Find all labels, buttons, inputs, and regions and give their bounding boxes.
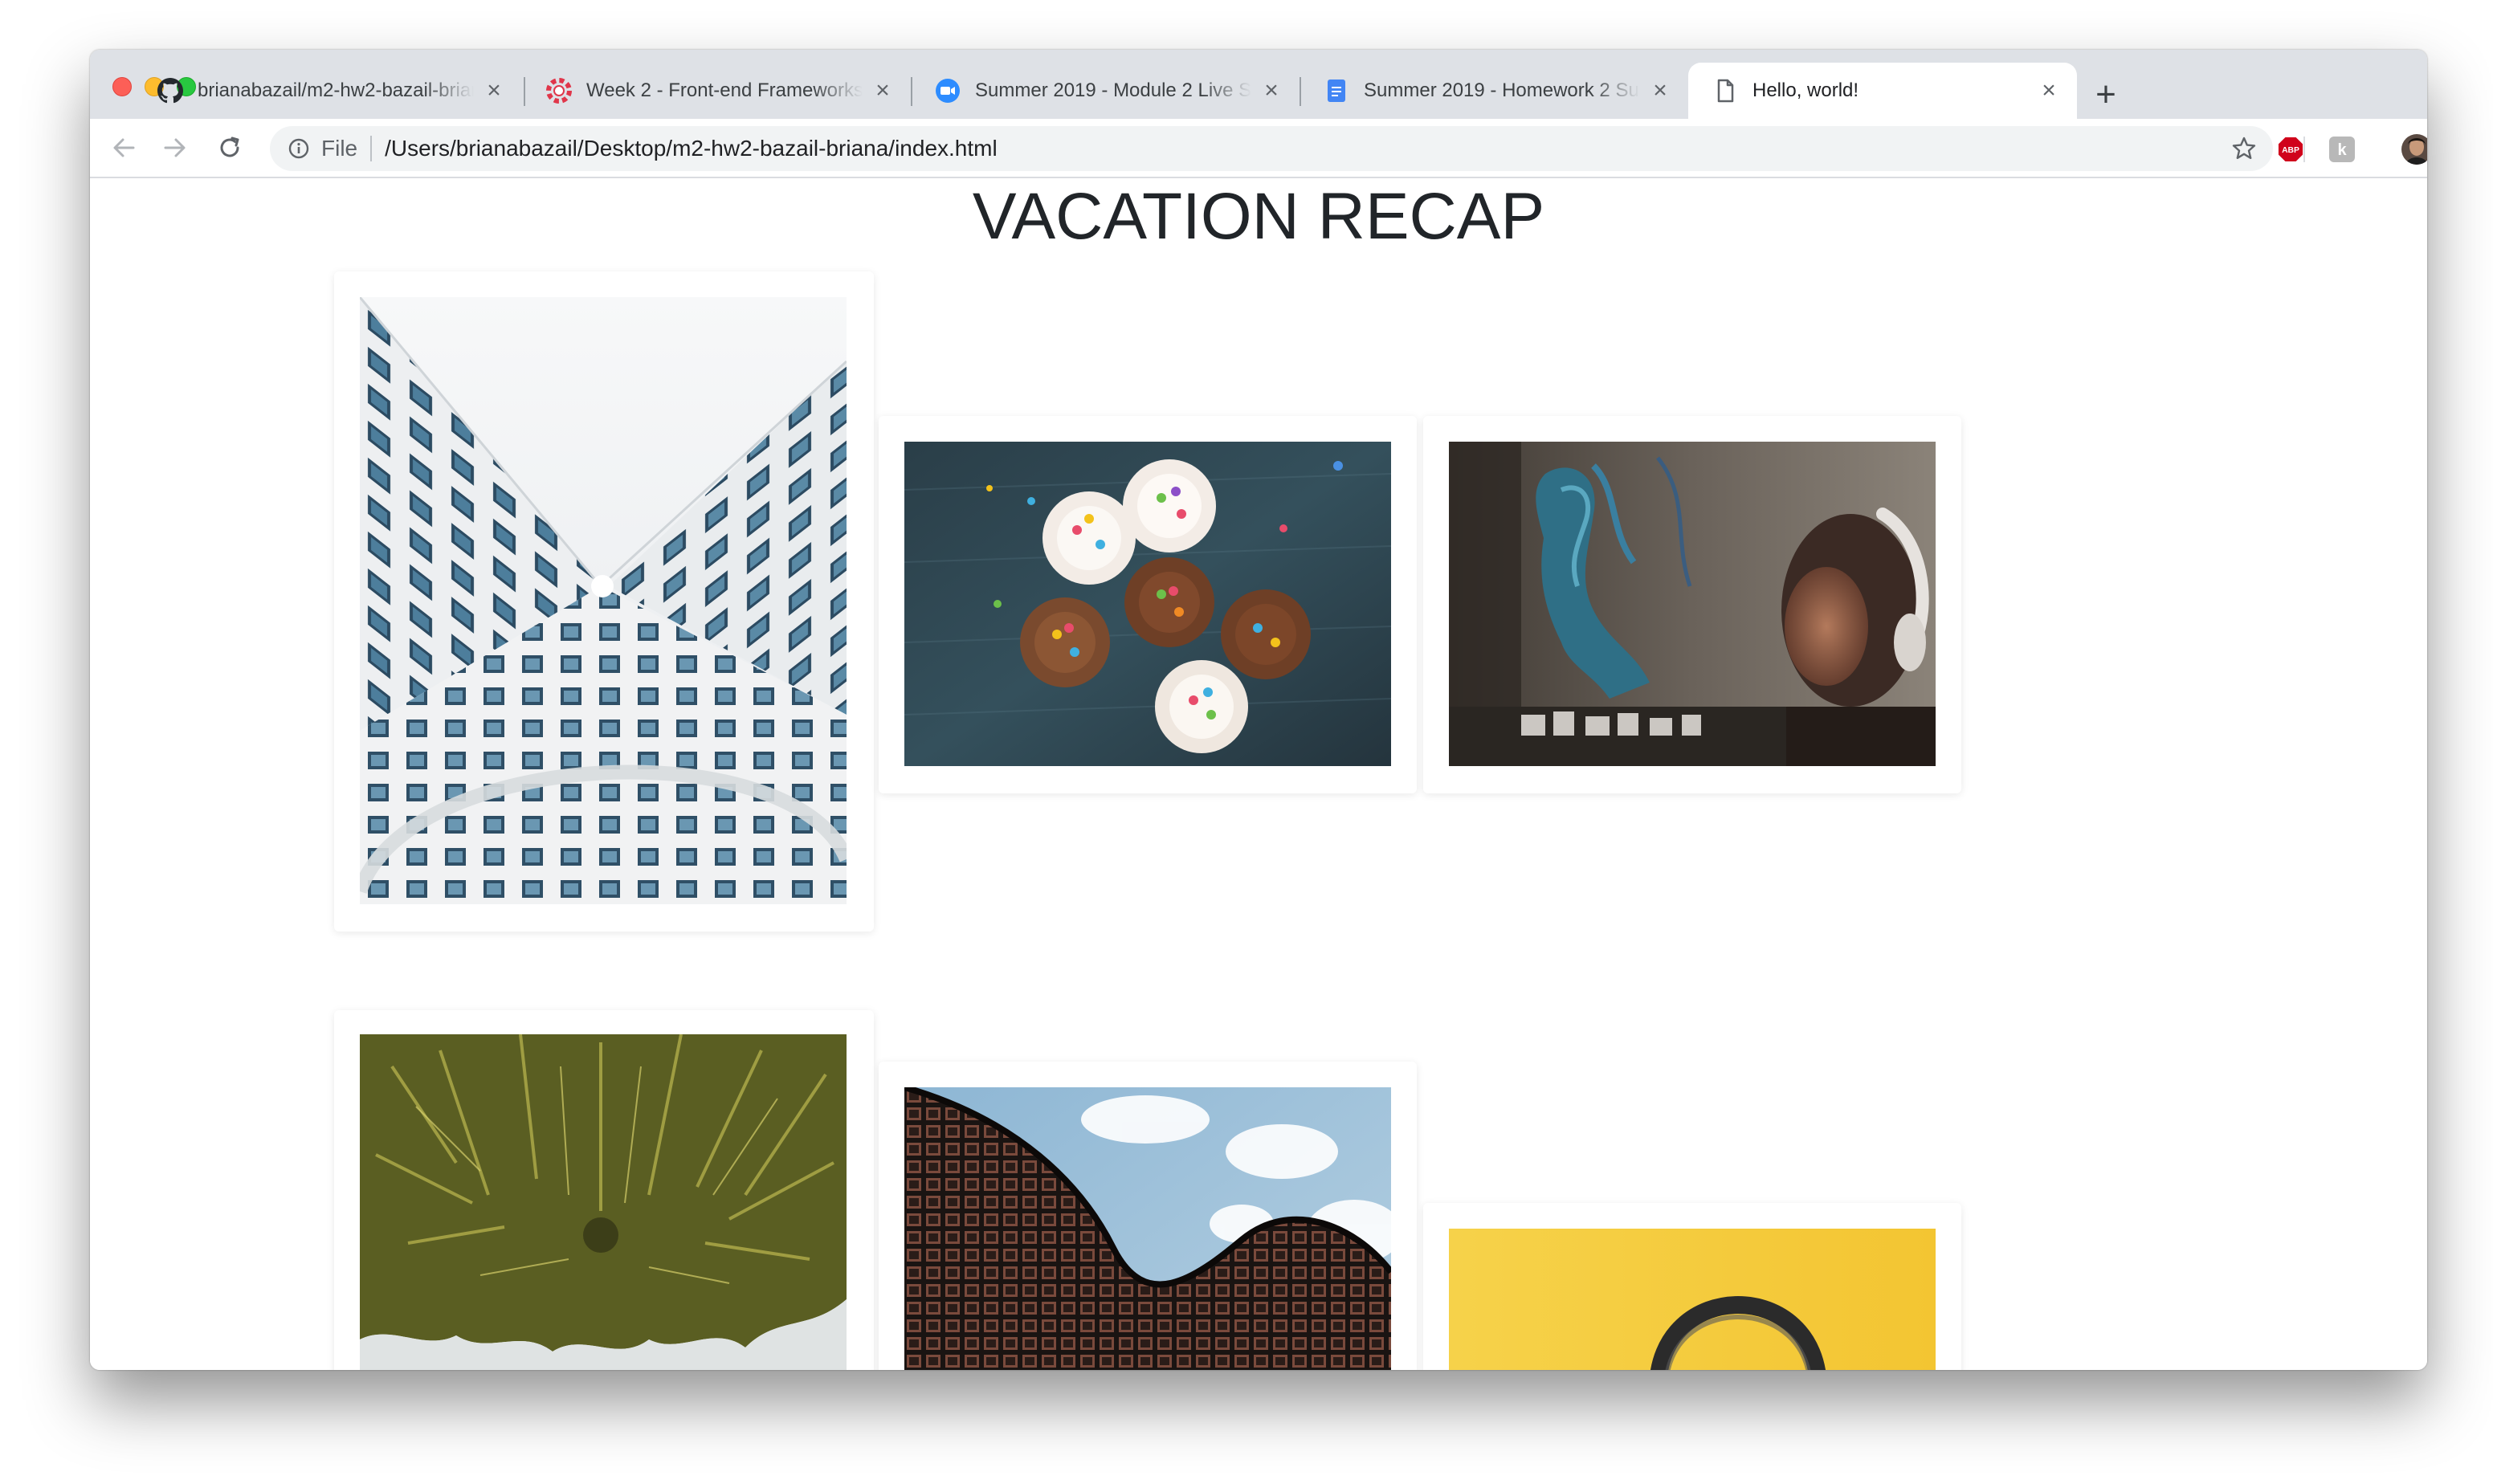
tab-zoom[interactable]: Summer 2019 - Module 2 Live Session × (911, 63, 1300, 119)
tab-title: brianabazail/m2-hw2-bazail-briana (198, 80, 474, 101)
cupcakes-photo (904, 442, 1391, 766)
tab-title: Hello, world! (1752, 80, 1859, 101)
reload-icon (220, 137, 239, 157)
profile-avatar[interactable] (2401, 134, 2427, 165)
tab-title: Summer 2019 - Homework 2 Submission (1364, 80, 1640, 101)
close-icon[interactable]: × (482, 77, 506, 104)
omnibox-divider (370, 136, 373, 161)
page-viewport: VACATION RECAP (90, 178, 2427, 1370)
palm-trees-photo (360, 1034, 847, 1370)
svg-text:ABP: ABP (2282, 146, 2299, 155)
bookmark-star-icon[interactable] (2231, 136, 2257, 161)
photo-card (334, 1010, 874, 1370)
url-text[interactable]: /Users/brianabazail/Desktop/m2-hw2-bazai… (385, 136, 998, 161)
page-icon (1712, 78, 1738, 104)
reload-button[interactable] (210, 128, 249, 167)
tab-title: Week 2 - Front-end Frameworks (586, 80, 863, 101)
adblock-plus-icon[interactable]: ABP (2278, 137, 2303, 162)
photo-card (879, 416, 1417, 793)
zoom-icon (935, 78, 961, 104)
tab-github[interactable]: brianabazail/m2-hw2-bazail-briana × (133, 63, 522, 119)
street-art-photo (1449, 442, 1936, 766)
photo-card (1423, 416, 1961, 793)
close-icon[interactable]: × (2037, 77, 2061, 104)
browser-window: brianabazail/m2-hw2-bazail-briana × Week… (90, 50, 2427, 1370)
info-icon[interactable] (288, 137, 310, 160)
close-icon[interactable]: × (1648, 77, 1672, 104)
tab-hello-world[interactable]: Hello, world! × (1688, 63, 2077, 119)
headphones-photo (1449, 1229, 1936, 1370)
close-icon[interactable]: × (871, 77, 895, 104)
browser-toolbar: File /Users/brianabazail/Desktop/m2-hw2-… (90, 119, 2427, 178)
page-title: VACATION RECAP (972, 180, 1545, 253)
building-facade-photo (360, 297, 847, 904)
tab-strip: brianabazail/m2-hw2-bazail-briana × Week… (90, 50, 2427, 119)
photo-card (879, 1062, 1417, 1370)
new-tab-button[interactable]: + (2088, 75, 2124, 114)
url-scheme-label: File (321, 136, 358, 161)
toolbar-separator (2303, 137, 2305, 162)
address-bar[interactable]: File /Users/brianabazail/Desktop/m2-hw2-… (270, 126, 2273, 171)
photo-card (334, 271, 874, 932)
google-docs-icon (1324, 78, 1349, 104)
arrow-left-icon (113, 138, 135, 157)
photo-card (1423, 1203, 1961, 1370)
close-icon[interactable]: × (1259, 77, 1283, 104)
back-button[interactable] (104, 128, 143, 167)
close-window-button[interactable] (112, 77, 132, 96)
curved-building-photo (904, 1087, 1391, 1370)
github-icon (157, 78, 183, 104)
tab-google-doc[interactable]: Summer 2019 - Homework 2 Submission × (1300, 63, 1688, 119)
forward-button[interactable] (156, 128, 194, 167)
tab-week2[interactable]: Week 2 - Front-end Frameworks × (522, 63, 911, 119)
lifebuoy-icon (546, 78, 572, 104)
arrow-right-icon (164, 138, 186, 157)
tab-title: Summer 2019 - Module 2 Live Session (975, 80, 1251, 101)
